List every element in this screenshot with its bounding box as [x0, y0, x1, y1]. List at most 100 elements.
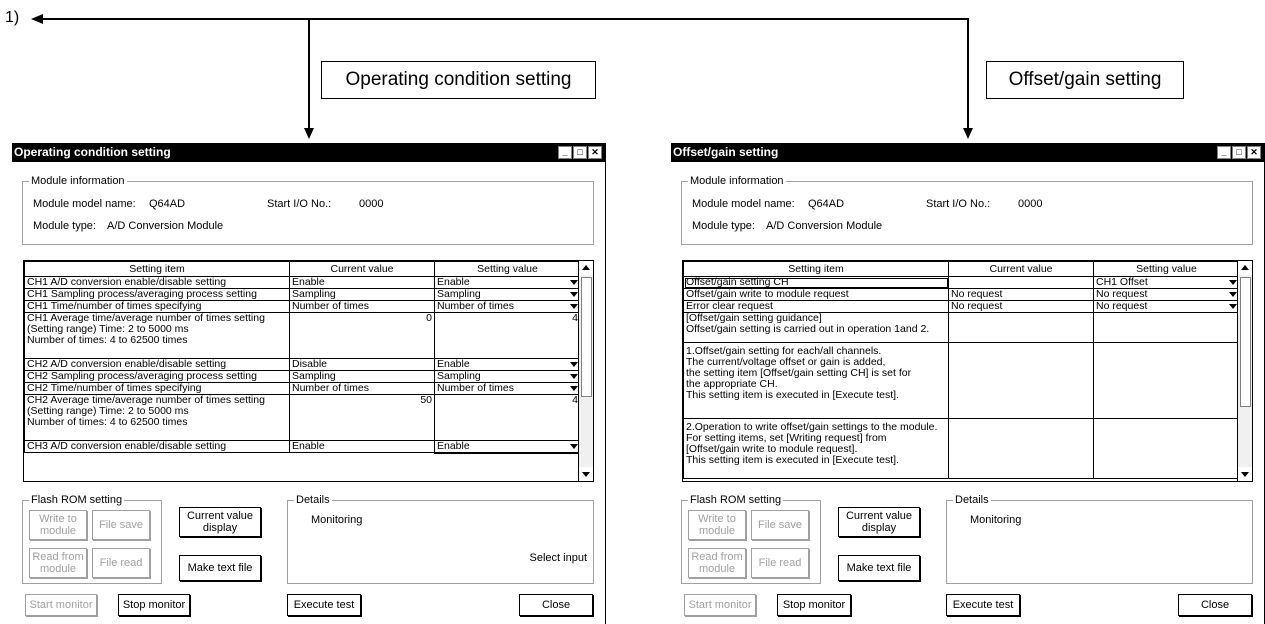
module-type-label: Module type:	[33, 220, 96, 232]
setting-value: CH1 Offset	[1096, 276, 1148, 288]
write-to-module-button[interactable]: Write to module	[29, 510, 87, 540]
reference-label: 1)	[5, 9, 20, 26]
execute-test-button[interactable]: Execute test	[287, 594, 361, 616]
file-read-button[interactable]: File read	[92, 548, 150, 578]
details-hint: Select input	[529, 552, 587, 564]
chevron-down-icon	[1229, 292, 1237, 297]
setting-item: CH2 Time/number of times specifying	[24, 382, 290, 395]
setting-value	[1093, 312, 1240, 343]
minimize-icon[interactable]: _	[558, 146, 572, 159]
module-model-value: Q64AD	[808, 198, 845, 210]
execute-test-button[interactable]: Execute test	[946, 594, 1020, 616]
close-button[interactable]: Close	[1178, 594, 1252, 616]
setting-value-select[interactable]: Enable	[434, 276, 581, 289]
close-icon[interactable]: ✕	[588, 146, 602, 159]
current-value-display-button[interactable]: Current value display	[838, 507, 920, 537]
column-header: Setting item	[24, 261, 290, 277]
chevron-down-icon	[570, 374, 578, 379]
offset-gain-window: Offset/gain setting _ □ ✕ Module informa…	[671, 143, 1265, 624]
scrollbar-thumb[interactable]	[581, 277, 592, 397]
group-label: Module information	[29, 175, 127, 187]
module-information-group: Module information Module model name: Q6…	[681, 175, 1253, 245]
close-icon[interactable]: ✕	[1247, 146, 1261, 159]
start-io-label: Start I/O No.:	[267, 198, 332, 210]
minimize-icon[interactable]: _	[1217, 146, 1231, 159]
current-value: 50	[289, 394, 435, 441]
scroll-down-icon[interactable]	[579, 467, 593, 481]
read-from-module-button[interactable]: Read from module	[688, 548, 746, 578]
operating-condition-window: Operating condition setting _ □ ✕ Module…	[12, 143, 606, 624]
current-value-display-button[interactable]: Current value display	[179, 507, 261, 537]
setting-value-select[interactable]: Sampling	[434, 288, 581, 301]
setting-value-select[interactable]: No request	[1093, 300, 1240, 313]
setting-value: Number of times	[437, 300, 515, 312]
chevron-down-icon	[570, 362, 578, 367]
table-row: Offset/gain setting CH CH1 Offset	[683, 276, 1240, 289]
table-row: 2.Operation to write offset/gain setting…	[683, 418, 1240, 479]
scrollbar-thumb[interactable]	[1240, 277, 1251, 407]
column-header: Setting value	[434, 261, 581, 277]
vertical-scrollbar[interactable]	[578, 261, 593, 481]
table-row: CH2 Time/number of times specifying Numb…	[24, 382, 581, 395]
file-read-button[interactable]: File read	[751, 548, 809, 578]
setting-value-select[interactable]: Enable	[433, 439, 582, 454]
setting-value-input[interactable]: 4	[434, 312, 581, 359]
current-value: No request	[948, 300, 1094, 313]
module-model-value: Q64AD	[149, 198, 186, 210]
stop-monitor-button[interactable]: Stop monitor	[777, 594, 851, 616]
read-from-module-button[interactable]: Read from module	[29, 548, 87, 578]
setting-item: CH1 Average time/average number of times…	[24, 312, 290, 359]
scroll-down-icon[interactable]	[1238, 467, 1252, 481]
table-row: CH2 Sampling process/averaging process s…	[24, 370, 581, 383]
down-arrow-icon	[304, 128, 314, 139]
setting-value-select[interactable]: Number of times	[434, 382, 581, 395]
column-header: Current value	[289, 261, 435, 277]
connector-line	[967, 18, 969, 129]
connector-line	[308, 18, 310, 129]
table-row: [Offset/gain setting guidance] Offset/ga…	[683, 312, 1240, 343]
start-io-label: Start I/O No.:	[926, 198, 991, 210]
column-header: Current value	[948, 261, 1094, 277]
setting-value: No request	[1096, 300, 1148, 312]
column-header: Setting item	[683, 261, 949, 277]
make-text-file-button[interactable]: Make text file	[179, 555, 261, 581]
start-monitor-button[interactable]: Start monitor	[684, 594, 756, 616]
settings-grid: Setting item Current value Setting value…	[23, 260, 594, 482]
stop-monitor-button[interactable]: Stop monitor	[118, 594, 190, 616]
file-save-button[interactable]: File save	[751, 510, 809, 540]
setting-value-select[interactable]: Sampling	[434, 370, 581, 383]
setting-value	[1093, 418, 1240, 479]
setting-value: Enable	[437, 276, 470, 288]
maximize-icon[interactable]: □	[573, 146, 587, 159]
write-to-module-button[interactable]: Write to module	[688, 510, 746, 540]
table-row: CH2 Average time/average number of times…	[24, 394, 581, 441]
vertical-scrollbar[interactable]	[1237, 261, 1252, 481]
connector-line	[42, 18, 969, 20]
setting-item: CH2 Sampling process/averaging process s…	[24, 370, 290, 383]
file-save-button[interactable]: File save	[92, 510, 150, 540]
chevron-down-icon	[570, 386, 578, 391]
setting-value-select[interactable]: No request	[1093, 288, 1240, 301]
setting-value: Enable	[437, 358, 470, 370]
make-text-file-button[interactable]: Make text file	[838, 555, 920, 581]
current-value: 0	[289, 312, 435, 359]
setting-value-select[interactable]: Number of times	[434, 300, 581, 313]
setting-value-select[interactable]: Enable	[434, 358, 581, 371]
current-value: Sampling	[289, 288, 435, 301]
close-button[interactable]: Close	[519, 594, 593, 616]
group-label: Details	[953, 494, 991, 506]
start-monitor-button[interactable]: Start monitor	[25, 594, 97, 616]
scroll-up-icon[interactable]	[579, 261, 593, 275]
details-group: Details Monitoring Select input	[287, 494, 594, 584]
column-header: Setting value	[1093, 261, 1240, 277]
setting-value-input[interactable]: 4	[434, 394, 581, 441]
current-value: Enable	[289, 440, 435, 453]
scroll-up-icon[interactable]	[1238, 261, 1252, 275]
settings-grid: Setting item Current value Setting value…	[682, 260, 1253, 482]
setting-value-select[interactable]: CH1 Offset	[1093, 276, 1240, 289]
setting-item: CH1 A/D conversion enable/disable settin…	[24, 276, 290, 289]
table-row: CH1 Time/number of times specifying Numb…	[24, 300, 581, 313]
start-io-value: 0000	[1018, 198, 1043, 210]
details-group: Details Monitoring	[946, 494, 1253, 584]
maximize-icon[interactable]: □	[1232, 146, 1246, 159]
